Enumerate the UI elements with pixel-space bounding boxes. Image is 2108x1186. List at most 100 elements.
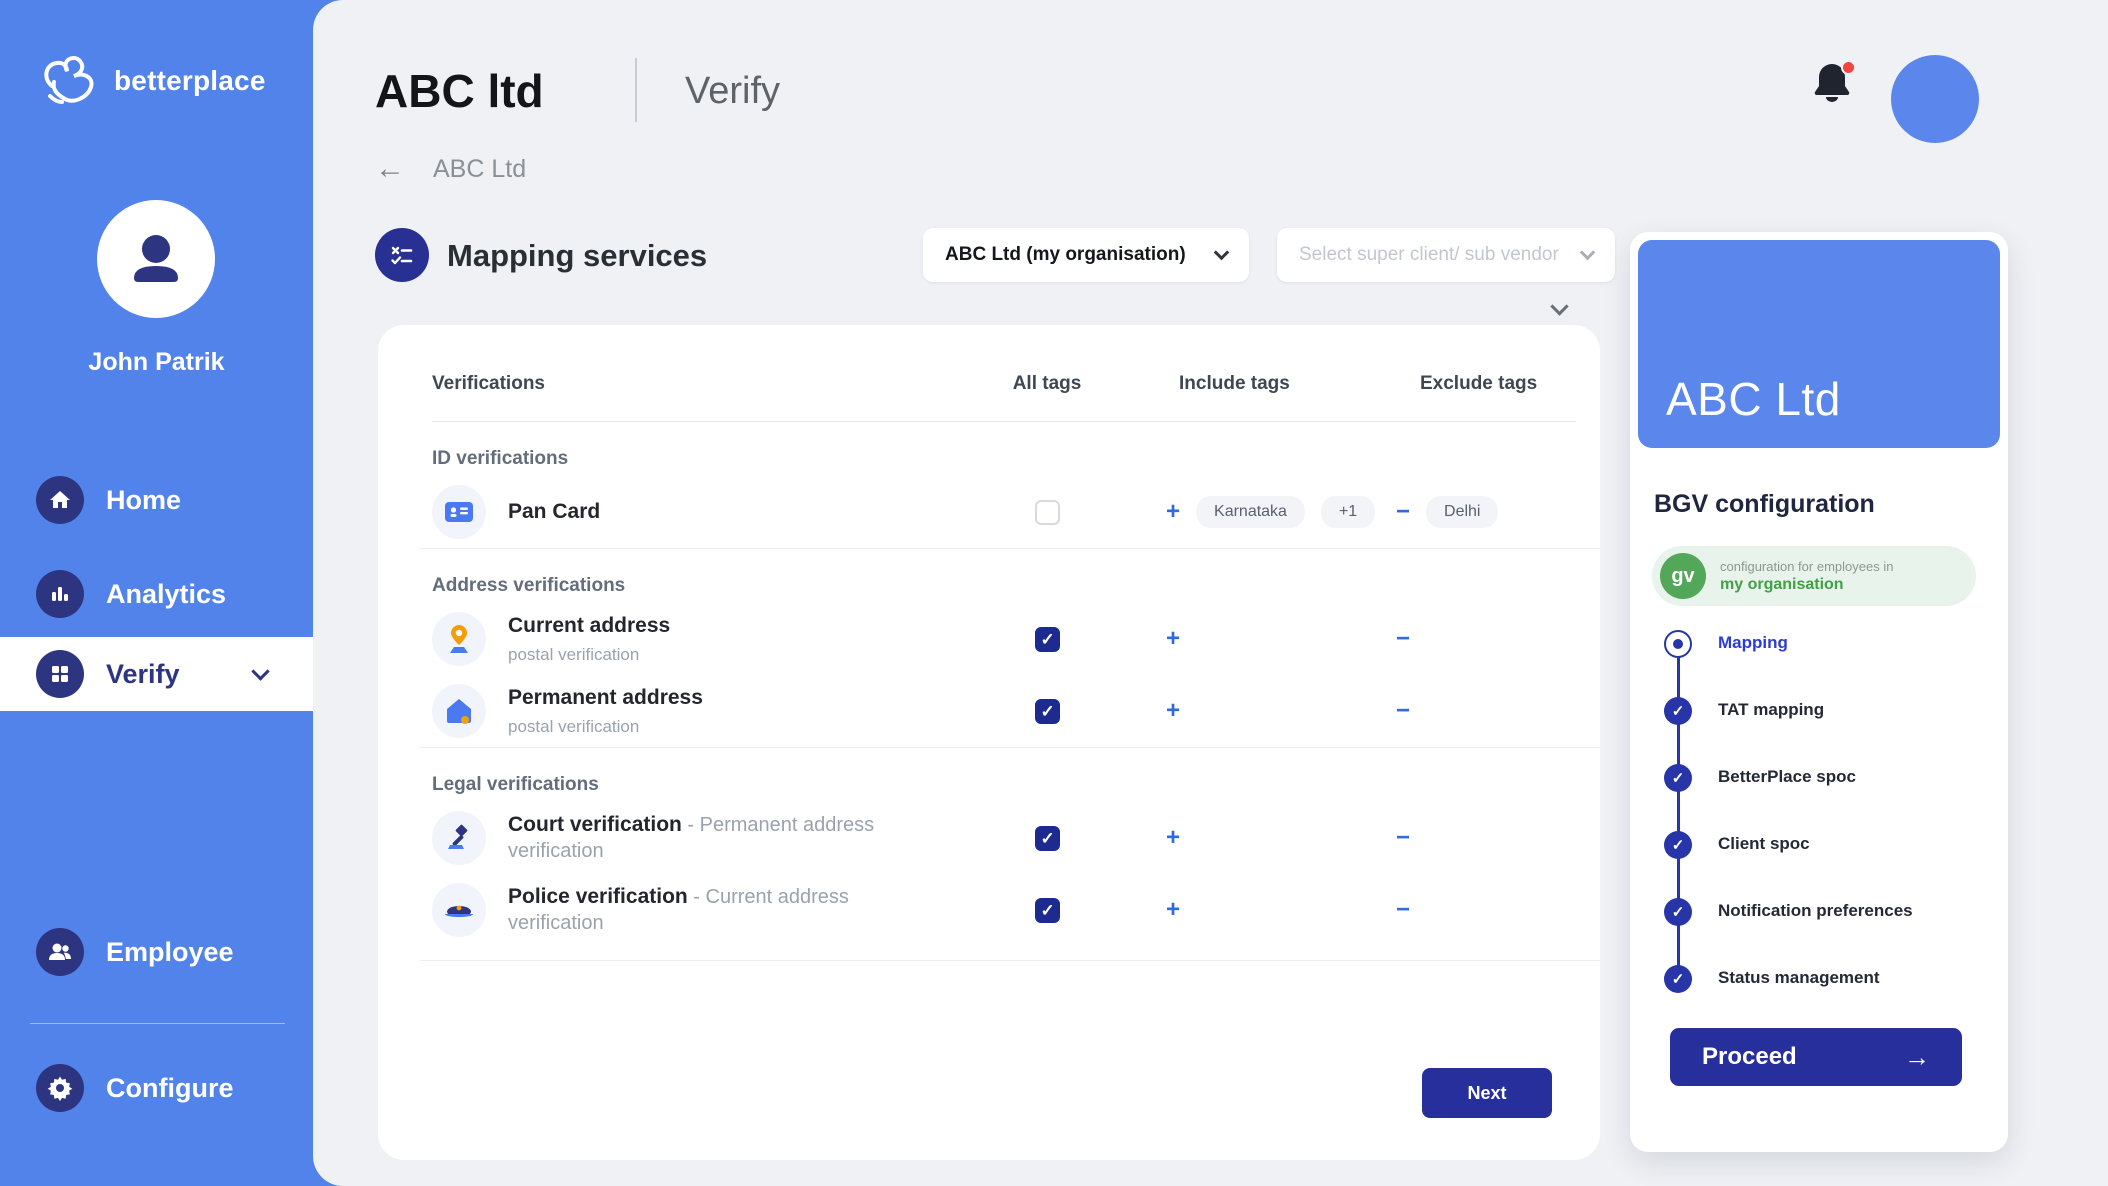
step-mapping[interactable]: Mapping [1664,630,1984,697]
step-check-icon: ✓ [1664,764,1692,792]
location-pin-icon [432,612,486,666]
add-include-tag-button[interactable]: + [1166,824,1180,852]
sidebar-item-employee[interactable]: Employee [0,920,313,984]
notifications-button[interactable] [1810,58,1858,116]
include-tag-more[interactable]: +1 [1321,496,1375,528]
content-area: ABC ltd Verify ← ABC Ltd Mapping service… [313,0,2108,1186]
section-label-id-verifications: ID verifications [378,422,1600,476]
notification-badge [1841,60,1856,75]
toolbar: Mapping services ABC Ltd (my organisatio… [375,228,1675,286]
person-icon [119,222,193,296]
add-include-tag-button[interactable]: + [1166,498,1180,526]
sidebar-item-label: Verify [106,659,180,690]
all-tags-checkbox[interactable] [1035,500,1060,525]
step-check-icon: ✓ [1664,898,1692,926]
add-include-tag-button[interactable]: + [1166,625,1180,653]
brand: betterplace [38,52,266,110]
chevron-down-icon [1580,245,1596,261]
gear-icon [36,1064,84,1112]
column-header-exclude-tags: Exclude tags [1372,373,1564,395]
super-client-select[interactable]: Select super client/ sub vendor [1277,228,1615,282]
home-icon [36,476,84,524]
step-check-icon: ✓ [1664,697,1692,725]
section-title: Mapping services [447,238,707,274]
sidebar: betterplace John Patrik Home Analytics [0,0,313,1186]
add-exclude-tag-button[interactable]: − [1396,625,1410,653]
table-row-permanent-address: Permanent address postal verification + … [378,675,1600,747]
user-name: John Patrik [0,348,313,377]
sidebar-item-label: Configure [106,1073,234,1104]
brand-name: betterplace [114,65,266,97]
police-cap-icon [432,883,486,937]
user-avatar[interactable] [97,200,215,318]
sidebar-item-verify[interactable]: Verify [0,637,313,711]
scope-line2: my organisation [1720,576,1893,594]
step-current-icon [1664,630,1692,658]
scope-badge: gv configuration for employees in my org… [1652,546,1976,606]
step-betterplace-spoc[interactable]: ✓ BetterPlace spoc [1664,764,1984,831]
add-include-tag-button[interactable]: + [1166,697,1180,725]
add-include-tag-button[interactable]: + [1166,896,1180,924]
back-arrow-icon: ← [375,152,405,186]
verification-subtitle: postal verification [508,716,703,737]
verification-title: Pan Card [508,500,600,523]
verification-title: Court verification [508,813,682,836]
sidebar-item-home[interactable]: Home [0,468,313,532]
chevron-down-icon [1214,245,1230,261]
add-exclude-tag-button[interactable]: − [1396,896,1410,924]
all-tags-checkbox[interactable] [1035,627,1060,652]
sidebar-item-label: Analytics [106,579,226,610]
verification-title: Permanent address [508,686,703,709]
sidebar-item-label: Employee [106,937,234,968]
column-header-include-tags: Include tags [1122,373,1372,395]
breadcrumb-back[interactable]: ← ABC Ltd [375,152,526,186]
bgv-config-panel: ABC Ltd BGV configuration gv configurati… [1630,232,2008,1152]
table-row-police-verification: Police verification - Current address ve… [378,874,1600,946]
organisation-select[interactable]: ABC Ltd (my organisation) [923,228,1249,282]
column-header-all-tags: All tags [1013,373,1082,395]
verification-title: Police verification [508,885,688,908]
proceed-button[interactable]: Proceed → [1670,1028,1962,1086]
employee-icon [36,928,84,976]
step-tat-mapping[interactable]: ✓ TAT mapping [1664,697,1984,764]
sidebar-item-label: Home [106,485,181,516]
breadcrumb-label: ABC Ltd [433,155,526,184]
verification-title: Current address [508,614,670,637]
betterplace-logo-icon [38,52,100,110]
profile-avatar[interactable] [1891,55,1979,143]
all-tags-checkbox[interactable] [1035,898,1060,923]
exclude-tag[interactable]: Delhi [1426,496,1498,528]
include-tag[interactable]: Karnataka [1196,496,1305,528]
step-client-spoc[interactable]: ✓ Client spoc [1664,831,1984,898]
organisation-select-value: ABC Ltd (my organisation) [945,244,1186,266]
super-client-placeholder: Select super client/ sub vendor [1299,244,1559,266]
scope-line1: configuration for employees in [1720,559,1893,574]
step-status-management[interactable]: ✓ Status management [1664,965,1984,1032]
company-name: ABC Ltd [1666,372,1841,426]
house-icon [432,684,486,738]
all-tags-checkbox[interactable] [1035,826,1060,851]
next-button[interactable]: Next [1422,1068,1552,1118]
add-exclude-tag-button[interactable]: − [1396,824,1410,852]
add-exclude-tag-button[interactable]: − [1396,697,1410,725]
add-exclude-tag-button[interactable]: − [1396,498,1410,526]
config-panel-title: BGV configuration [1654,490,1875,519]
section-label-legal-verifications: Legal verifications [378,748,1600,802]
arrow-right-icon: → [1904,1042,1930,1073]
page-title: ABC ltd [375,64,544,118]
section-label-address-verifications: Address verifications [378,549,1600,603]
collapse-chevron-icon[interactable] [1550,297,1568,315]
mapping-table-card: Verifications All tags Include tags Excl… [378,325,1600,1160]
table-header-row: Verifications All tags Include tags Excl… [378,347,1600,421]
sidebar-item-configure[interactable]: Configure [0,1056,313,1120]
page-section-label: Verify [685,70,780,113]
analytics-icon [36,570,84,618]
id-card-icon [432,485,486,539]
all-tags-checkbox[interactable] [1035,699,1060,724]
title-divider [635,58,637,122]
table-row-court-verification: Court verification - Permanent address v… [378,802,1600,874]
company-banner: ABC Ltd [1638,240,2000,448]
step-notification-preferences[interactable]: ✓ Notification preferences [1664,898,1984,965]
table-row-current-address: Current address postal verification + − [378,603,1600,675]
sidebar-item-analytics[interactable]: Analytics [0,562,313,626]
